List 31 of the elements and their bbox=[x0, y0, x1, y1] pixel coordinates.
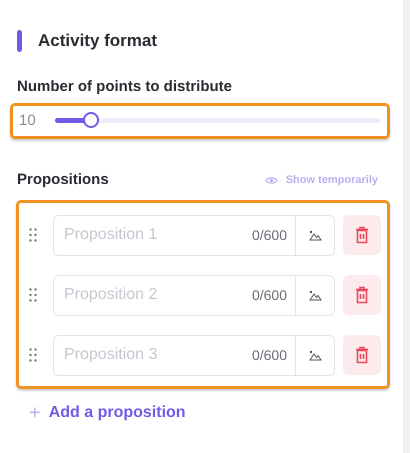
propositions-label: Propositions bbox=[17, 170, 109, 190]
proposition-field[interactable]: Proposition 1 0/600 bbox=[53, 214, 335, 256]
section-accent-bar bbox=[17, 30, 22, 52]
proposition-input[interactable]: Proposition 1 bbox=[54, 222, 252, 248]
drag-handle-icon[interactable] bbox=[29, 288, 37, 302]
trash-icon bbox=[355, 226, 369, 244]
mountain-image-icon bbox=[308, 350, 322, 360]
delete-button[interactable] bbox=[343, 275, 381, 315]
eye-icon bbox=[264, 176, 278, 185]
slider-value: 10 bbox=[19, 110, 37, 130]
proposition-field[interactable]: Proposition 2 0/600 bbox=[53, 274, 335, 316]
proposition-input[interactable]: Proposition 2 bbox=[54, 282, 252, 308]
mountain-image-icon bbox=[308, 230, 322, 240]
points-slider[interactable]: 10 bbox=[10, 102, 390, 139]
delete-button[interactable] bbox=[343, 335, 381, 375]
plus-icon: + bbox=[29, 402, 41, 422]
drag-handle-icon[interactable] bbox=[29, 348, 37, 362]
slider-label: Number of points to distribute bbox=[17, 77, 233, 97]
trash-icon bbox=[355, 286, 369, 304]
delete-button[interactable] bbox=[343, 215, 381, 255]
character-counter: 0/600 bbox=[252, 226, 288, 244]
character-counter: 0/600 bbox=[252, 346, 288, 364]
add-proposition-link[interactable]: + Add a proposition bbox=[29, 400, 186, 424]
section-title: Activity format bbox=[38, 30, 158, 52]
character-counter: 0/600 bbox=[252, 286, 288, 304]
proposition-field[interactable]: Proposition 3 0/600 bbox=[53, 334, 335, 376]
slider-thumb[interactable] bbox=[82, 112, 99, 128]
proposition-input[interactable]: Proposition 3 bbox=[54, 342, 252, 368]
mountain-image-icon bbox=[308, 290, 322, 300]
trash-icon bbox=[355, 346, 369, 364]
drag-handle-icon[interactable] bbox=[29, 228, 37, 242]
